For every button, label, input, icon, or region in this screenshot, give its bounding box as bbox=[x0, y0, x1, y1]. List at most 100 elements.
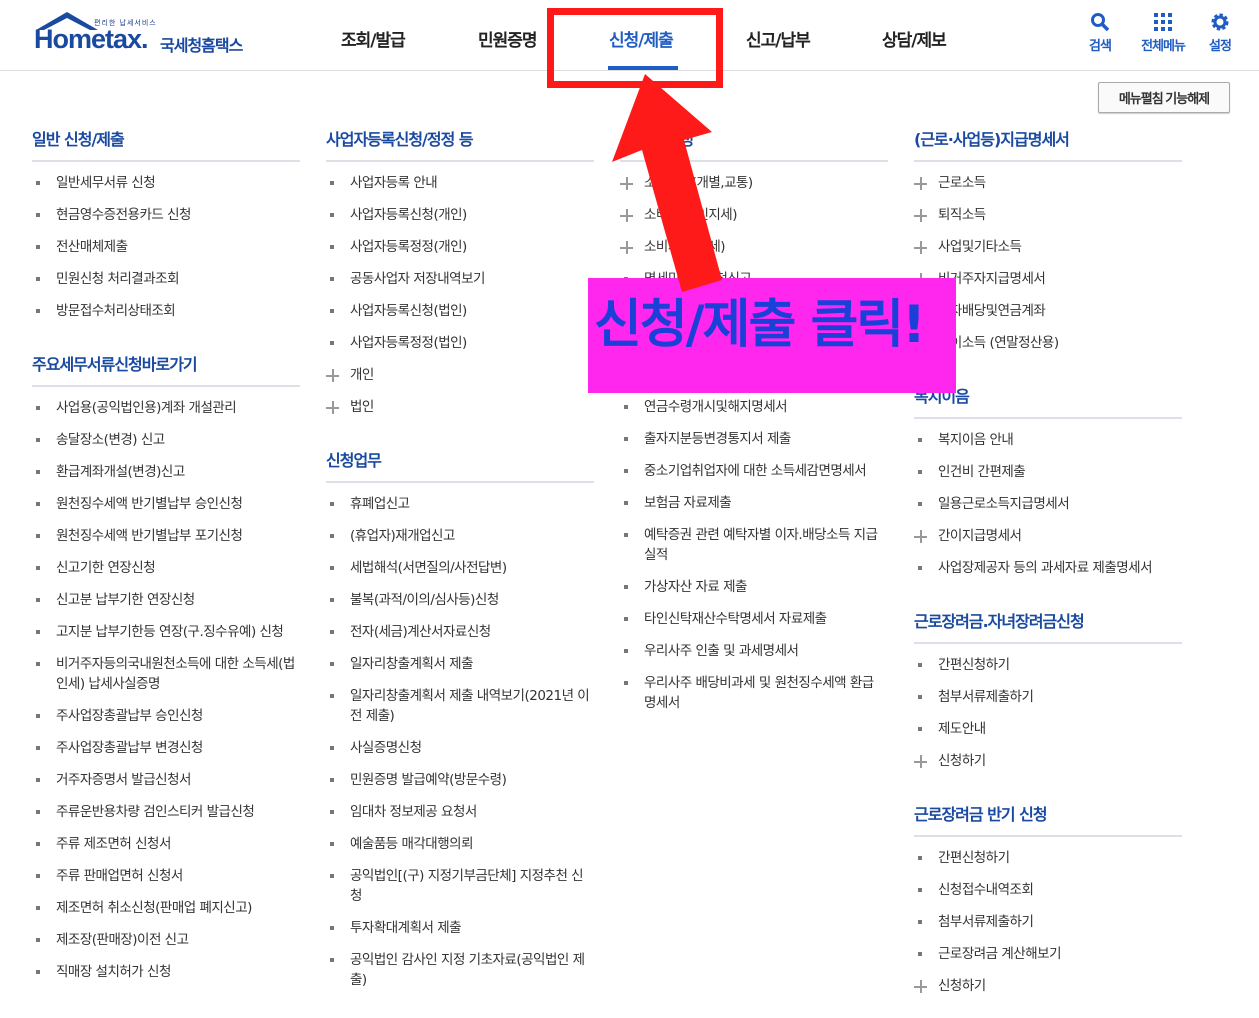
menu-link[interactable]: 신청하기 bbox=[938, 751, 986, 771]
section-title[interactable]: 주요세무서류신청바로가기 bbox=[32, 351, 198, 375]
menu-link[interactable]: 휴폐업신고 bbox=[350, 494, 410, 514]
nav-civil-certificate[interactable]: 민원증명 bbox=[478, 26, 538, 51]
menu-link[interactable]: 민원증명 발급예약(방문수령) bbox=[350, 770, 507, 790]
menu-link[interactable]: 제조장(판매장)이전 신고 bbox=[56, 930, 189, 950]
menu-link[interactable]: 일용근로소득지급명세서 bbox=[938, 494, 1070, 514]
menu-link-continued[interactable]: 명세서 bbox=[644, 693, 680, 713]
menu-link[interactable]: 퇴직소득 bbox=[938, 205, 986, 225]
expand-plus-icon[interactable] bbox=[326, 369, 339, 382]
menu-link[interactable]: 개인 bbox=[350, 365, 374, 385]
menu-link[interactable]: 사업자등록신청(법인) bbox=[350, 301, 467, 321]
menu-link[interactable]: 불복(과적/이의/심사등)신청 bbox=[350, 590, 499, 610]
menu-link[interactable]: 민원신청 처리결과조회 bbox=[56, 269, 180, 289]
expand-plus-icon[interactable] bbox=[914, 755, 927, 768]
search-button[interactable]: 검색 bbox=[1078, 12, 1122, 54]
menu-link[interactable]: 간이소득 (연말정산용) bbox=[938, 333, 1059, 353]
menu-link[interactable]: 연금수령개시및해지명세서 bbox=[644, 397, 788, 417]
menu-link[interactable]: 고지분 납부기한등 연장(구.징수유예) 신청 bbox=[56, 622, 284, 642]
menu-link[interactable]: 간이지급명세서 bbox=[938, 526, 1022, 546]
menu-link[interactable]: 거주자증명서 발급신청서 bbox=[56, 770, 191, 790]
menu-link-continued[interactable]: 전 제출) bbox=[350, 706, 395, 726]
menu-link[interactable]: 복지이음 안내 bbox=[938, 430, 1014, 450]
menu-link[interactable]: 주사업장총괄납부 승인신청 bbox=[56, 706, 203, 726]
expand-plus-icon[interactable] bbox=[914, 241, 927, 254]
menu-link[interactable]: 근로장려금 계산해보기 bbox=[938, 944, 1062, 964]
nav-inquiry-issue[interactable]: 조회/발급 bbox=[341, 26, 406, 51]
nav-report-pay[interactable]: 신고/납부 bbox=[746, 26, 811, 51]
menu-link[interactable]: 주사업장총괄납부 변경신청 bbox=[56, 738, 203, 758]
menu-link[interactable]: 출자지분등변경통지서 제출 bbox=[644, 429, 791, 449]
menu-link[interactable]: 보험금 자료제출 bbox=[644, 493, 732, 513]
all-menu-button[interactable]: 전체메뉴 bbox=[1137, 12, 1189, 54]
menu-link[interactable]: 제조면허 취소신청(판매업 폐지신고) bbox=[56, 898, 252, 918]
menu-link[interactable]: 주류 판매업면허 신청서 bbox=[56, 866, 183, 886]
menu-link[interactable]: 사실증명신청 bbox=[350, 738, 422, 758]
menu-link[interactable]: 중소기업취업자에 대한 소득세감면명세서 bbox=[644, 461, 867, 481]
expand-plus-icon[interactable] bbox=[326, 401, 339, 414]
menu-link[interactable]: 법인 bbox=[350, 397, 374, 417]
menu-link[interactable]: 우리사주 배당비과세 및 원천징수세액 환급 bbox=[644, 673, 874, 693]
section-title[interactable]: 일반 신청/제출 bbox=[32, 126, 125, 150]
menu-link[interactable]: 주류운반용차량 검인스티커 발급신청 bbox=[56, 802, 255, 822]
settings-button[interactable]: 설정 bbox=[1198, 12, 1242, 54]
section-title[interactable]: 근로장려금 반기 신청 bbox=[914, 801, 1048, 825]
menu-link[interactable]: 타인신탁재산수탁명세서 자료제출 bbox=[644, 609, 827, 629]
menu-link[interactable]: (휴업자)재개업신고 bbox=[350, 526, 455, 546]
section-title[interactable]: 사업자등록신청/정정 등 bbox=[326, 126, 474, 150]
expand-plus-icon[interactable] bbox=[914, 980, 927, 993]
menu-link[interactable]: 우리사주 인출 및 과세명세서 bbox=[644, 641, 799, 661]
menu-link-continued[interactable]: 인세) 납세사실증명 bbox=[56, 674, 160, 694]
menu-link-continued[interactable]: 실적 bbox=[644, 545, 668, 565]
menu-link[interactable]: 예탁증권 관련 예탁자별 이자.배당소득 지급 bbox=[644, 525, 878, 545]
menu-link[interactable]: 신청하기 bbox=[938, 976, 986, 996]
expand-plus-icon[interactable] bbox=[914, 530, 927, 543]
menu-link[interactable]: 일반세무서류 신청 bbox=[56, 173, 156, 193]
menu-link[interactable]: 주류 제조면허 신청서 bbox=[56, 834, 171, 854]
menu-link[interactable]: 첨부서류제출하기 bbox=[938, 912, 1034, 932]
section-title[interactable]: 신청업무 bbox=[326, 447, 382, 471]
menu-link[interactable]: 일자리창출계획서 제출 bbox=[350, 654, 474, 674]
menu-link[interactable]: 전자(세금)계산서자료신청 bbox=[350, 622, 491, 642]
menu-link[interactable]: 근로소득 bbox=[938, 173, 986, 193]
menu-link[interactable]: 간편신청하기 bbox=[938, 655, 1010, 675]
menu-link[interactable]: 환급계좌개설(변경)신고 bbox=[56, 462, 185, 482]
menu-expand-toggle-button[interactable]: 메뉴펼침 기능해제 bbox=[1098, 82, 1230, 113]
menu-link[interactable]: 예술품등 매각대행의뢰 bbox=[350, 834, 474, 854]
section-title[interactable]: (근로·사업등)지급명세서 bbox=[914, 126, 1070, 150]
menu-link[interactable]: 공익법인[(구) 지정기부금단체] 지정추천 신 bbox=[350, 866, 584, 886]
section-title[interactable]: 근로장려금.자녀장려금신청 bbox=[914, 608, 1085, 632]
menu-link[interactable]: 사업장제공자 등의 과세자료 제출명세서 bbox=[938, 558, 1153, 578]
menu-link[interactable]: 가상자산 자료 제출 bbox=[644, 577, 747, 597]
menu-link[interactable]: 신고기한 연장신청 bbox=[56, 558, 156, 578]
expand-plus-icon[interactable] bbox=[914, 177, 927, 190]
menu-link[interactable]: 직매장 설치허가 신청 bbox=[56, 962, 171, 982]
menu-link[interactable]: 사업자등록 안내 bbox=[350, 173, 438, 193]
menu-link[interactable]: 사업자등록정정(법인) bbox=[350, 333, 467, 353]
hometax-logo[interactable]: 편리한 납세서비스 Hometax. 국세청홈택스 bbox=[30, 10, 270, 62]
menu-link[interactable]: 신청접수내역조회 bbox=[938, 880, 1034, 900]
menu-link[interactable]: 송달장소(변경) 신고 bbox=[56, 430, 165, 450]
menu-link[interactable]: 첨부서류제출하기 bbox=[938, 687, 1034, 707]
menu-link[interactable]: 사업용(공익법인용)계좌 개설관리 bbox=[56, 398, 237, 418]
menu-link[interactable]: 사업자등록신청(개인) bbox=[350, 205, 467, 225]
menu-link[interactable]: 현금영수증전용카드 신청 bbox=[56, 205, 191, 225]
nav-consult-report[interactable]: 상담/제보 bbox=[882, 26, 947, 51]
expand-plus-icon[interactable] bbox=[914, 209, 927, 222]
menu-link-continued[interactable]: 청 bbox=[350, 886, 362, 906]
menu-link[interactable]: 임대차 정보제공 요청서 bbox=[350, 802, 477, 822]
menu-link[interactable]: 신고분 납부기한 연장신청 bbox=[56, 590, 195, 610]
menu-link[interactable]: 방문접수처리상태조회 bbox=[56, 301, 176, 321]
menu-link[interactable]: 공동사업자 저장내역보기 bbox=[350, 269, 485, 289]
menu-link[interactable]: 사업자등록정정(개인) bbox=[350, 237, 467, 257]
menu-link[interactable]: 세법해석(서면질의/사전답변) bbox=[350, 558, 507, 578]
menu-link[interactable]: 제도안내 bbox=[938, 719, 986, 739]
menu-link[interactable]: 원천징수세액 반기별납부 포기신청 bbox=[56, 526, 243, 546]
menu-link[interactable]: 투자확대계획서 제출 bbox=[350, 918, 462, 938]
menu-link[interactable]: 전산매체제출 bbox=[56, 237, 128, 257]
menu-link[interactable]: 원천징수세액 반기별납부 승인신청 bbox=[56, 494, 243, 514]
menu-link[interactable]: 사업및기타소득 bbox=[938, 237, 1022, 257]
menu-link[interactable]: 비거주자등의국내원천소득에 대한 소득세(법 bbox=[56, 654, 295, 674]
menu-link[interactable]: 일자리창출계획서 제출 내역보기(2021년 이 bbox=[350, 686, 590, 706]
menu-link-continued[interactable]: 출) bbox=[350, 970, 367, 990]
menu-link[interactable]: 공익법인 감사인 지정 기초자료(공익법인 제 bbox=[350, 950, 585, 970]
